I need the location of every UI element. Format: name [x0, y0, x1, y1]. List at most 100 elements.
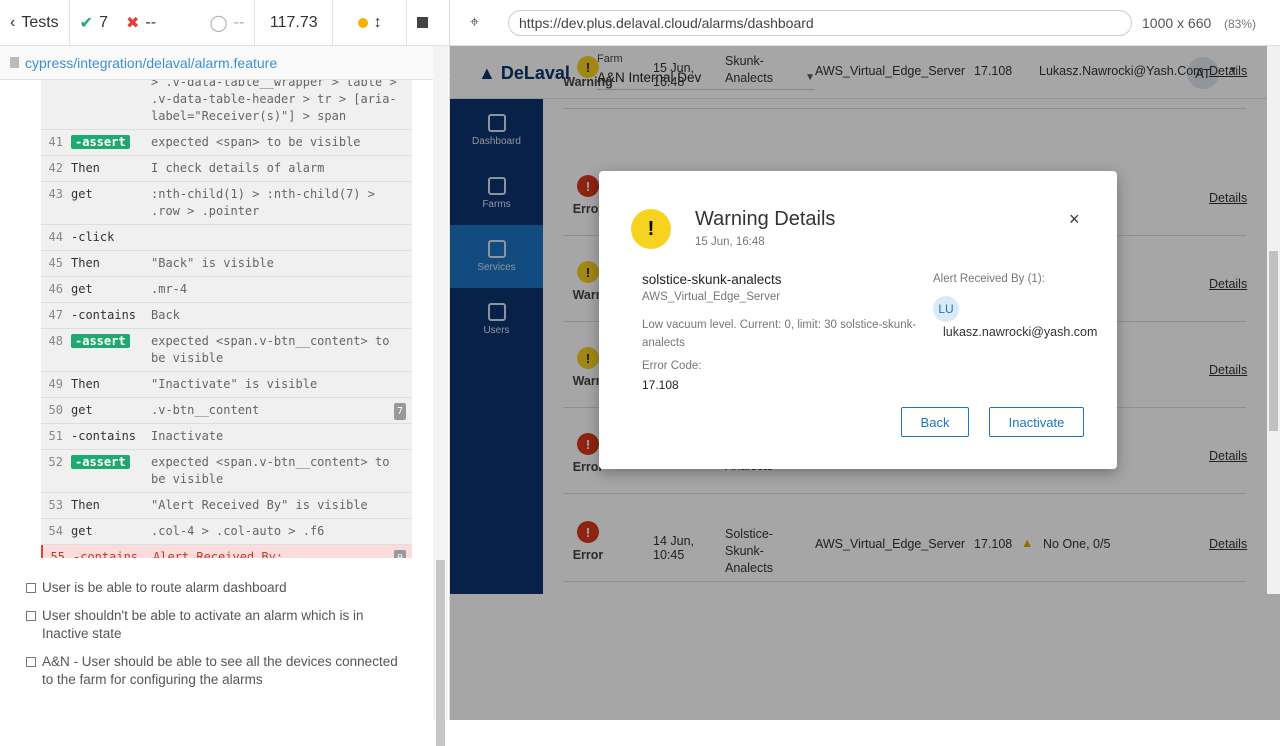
line-number: 55	[50, 550, 65, 558]
status-dot-icon	[357, 17, 368, 28]
zoom-level: (83%)	[1224, 17, 1257, 31]
command-row[interactable]: 51 -contains Inactivate	[41, 424, 412, 450]
warning-details-dialog: ! Warning Details 15 Jun, 16:48 × solsti…	[599, 171, 1117, 469]
command-row[interactable]: 46 get .mr-4	[41, 277, 412, 303]
line-number: 41	[48, 135, 63, 149]
command-name: -contains	[73, 550, 139, 558]
command-name: -assert	[71, 134, 151, 151]
command-row[interactable]: 54 get .col-4 > .col-auto > .f6	[41, 519, 412, 545]
alarm-message: Low vacuum level. Current: 0, limit: 30 …	[642, 319, 917, 349]
command-row[interactable]: 44 -click	[41, 225, 412, 251]
command-message: > .v-data-table__wrapper > table > .v-da…	[151, 80, 397, 123]
test-item[interactable]: User is be able to route alarm dashboard	[0, 575, 432, 603]
line-number: 43	[48, 187, 63, 201]
app-scrollbar[interactable]	[1267, 46, 1280, 594]
alarm-datetime: 15 Jun, 16:48	[695, 236, 765, 248]
test-item[interactable]: A&N - User should be able to see all the…	[0, 649, 432, 695]
command-name: Then	[71, 498, 100, 512]
command-message: Inactivate	[151, 429, 224, 443]
circle-icon: ◯	[209, 14, 228, 32]
command-message: expected <span.v-btn__content> to be vis…	[151, 455, 390, 486]
command-message: I check details of alarm	[151, 161, 325, 175]
line-number: 54	[48, 524, 63, 538]
command-row[interactable]: 47 -contains Back	[41, 303, 412, 329]
chevron-left-icon: ‹	[10, 13, 16, 31]
element-count: 0	[393, 550, 406, 558]
error-code-label: Error Code:	[642, 360, 702, 372]
stats: ✔ 7 ✖ --	[70, 0, 200, 46]
command-row[interactable]: 50 get .v-btn__content 7	[41, 398, 412, 424]
test-runner-panel: ‹ Tests ✔ 7 ✖ -- ◯ -- 117.73 ↕ cypress/integ…	[0, 0, 450, 746]
command-message: .mr-4	[151, 282, 188, 296]
close-icon[interactable]: ×	[1069, 209, 1080, 230]
command-row[interactable]: 42 Then I check details of alarm	[41, 156, 412, 182]
receiver-avatar: LU	[933, 296, 959, 322]
failed-count: --	[145, 13, 157, 31]
scrollbar-thumb[interactable]	[1269, 251, 1278, 431]
test-item[interactable]: User shouldn't be able to activate an al…	[0, 603, 432, 649]
warning-icon: !	[631, 209, 671, 249]
command-row[interactable]: 43 get :nth-child(1) > :nth-child(7) > .…	[41, 182, 412, 225]
spec-file-link[interactable]: cypress/integration/delaval/alarm.featur…	[0, 46, 449, 80]
command-name: get	[71, 524, 93, 538]
command-name: Then	[71, 256, 100, 270]
command-log: > .v-data-table__wrapper > table > .v-da…	[41, 80, 412, 558]
check-icon: ✔	[79, 14, 94, 32]
command-row[interactable]: 48 -assert expected <span.v-btn__content…	[41, 329, 412, 372]
command-name: -assert	[71, 454, 151, 488]
checkbox-icon	[26, 583, 36, 593]
app-preview: ⌖ https://dev.plus.delaval.cloud/alarms/…	[450, 0, 1280, 720]
command-name: get	[71, 187, 93, 201]
command-row[interactable]: 41 -assert expected <span> to be visible	[41, 130, 412, 156]
command-message: Alert Received By:	[153, 550, 284, 558]
device-name: solstice-skunk-analects	[642, 272, 782, 287]
test-list: User is be able to route alarm dashboard…	[0, 575, 432, 695]
command-message: "Alert Received By" is visible	[151, 498, 368, 512]
command-name: Then	[71, 161, 100, 175]
inactivate-button[interactable]: Inactivate	[989, 407, 1084, 437]
command-row[interactable]: 52 -assert expected <span.v-btn__content…	[41, 450, 412, 493]
element-count: 7	[393, 403, 406, 420]
back-button[interactable]: Back	[901, 407, 969, 437]
command-message: :nth-child(1) > :nth-child(7) > .row > .…	[151, 187, 375, 218]
command-row[interactable]: 55 -contains Alert Received By: 0	[41, 545, 412, 558]
command-row[interactable]: > .v-data-table__wrapper > table > .v-da…	[41, 80, 412, 130]
command-name: -contains	[71, 429, 137, 443]
command-name: -contains	[71, 308, 137, 322]
line-number: 50	[48, 403, 63, 417]
line-number: 42	[48, 161, 63, 175]
command-name: get	[71, 403, 93, 417]
line-number: 52	[48, 455, 63, 469]
error-code: 17.108	[642, 378, 679, 392]
command-message	[151, 229, 412, 246]
command-message: Back	[151, 308, 180, 322]
back-to-tests-button[interactable]: ‹ Tests	[0, 0, 70, 46]
stop-button[interactable]	[407, 0, 438, 46]
command-name: Then	[71, 377, 100, 391]
command-message: expected <span.v-btn__content> to be vis…	[151, 334, 390, 365]
line-number: 49	[48, 377, 63, 391]
runner-scrollbar[interactable]	[433, 46, 448, 746]
checkbox-icon	[26, 611, 36, 621]
command-row[interactable]: 45 Then "Back" is visible	[41, 251, 412, 277]
stop-icon	[417, 17, 429, 28]
command-name	[71, 80, 151, 125]
line-number: 48	[48, 334, 63, 348]
duration: 117.73	[255, 0, 334, 46]
crosshair-icon[interactable]: ⌖	[470, 14, 479, 32]
auto-scroll-toggle[interactable]: ↕	[333, 0, 408, 46]
checkbox-icon	[26, 657, 36, 667]
line-number	[41, 80, 71, 125]
pending-stats: ◯ --	[200, 0, 256, 46]
scrollbar-thumb[interactable]	[436, 560, 445, 746]
command-message: .col-4 > .col-auto > .f6	[151, 524, 325, 538]
line-number: 47	[48, 308, 63, 322]
dialog-title: Warning Details	[695, 208, 836, 230]
command-message: expected <span> to be visible	[151, 135, 361, 149]
command-name: get	[71, 282, 93, 296]
command-row[interactable]: 53 Then "Alert Received By" is visible	[41, 493, 412, 519]
command-message: "Back" is visible	[151, 256, 274, 270]
command-name: -assert	[71, 333, 151, 367]
command-row[interactable]: 49 Then "Inactivate" is visible	[41, 372, 412, 398]
url-field[interactable]: https://dev.plus.delaval.cloud/alarms/da…	[508, 10, 1132, 36]
